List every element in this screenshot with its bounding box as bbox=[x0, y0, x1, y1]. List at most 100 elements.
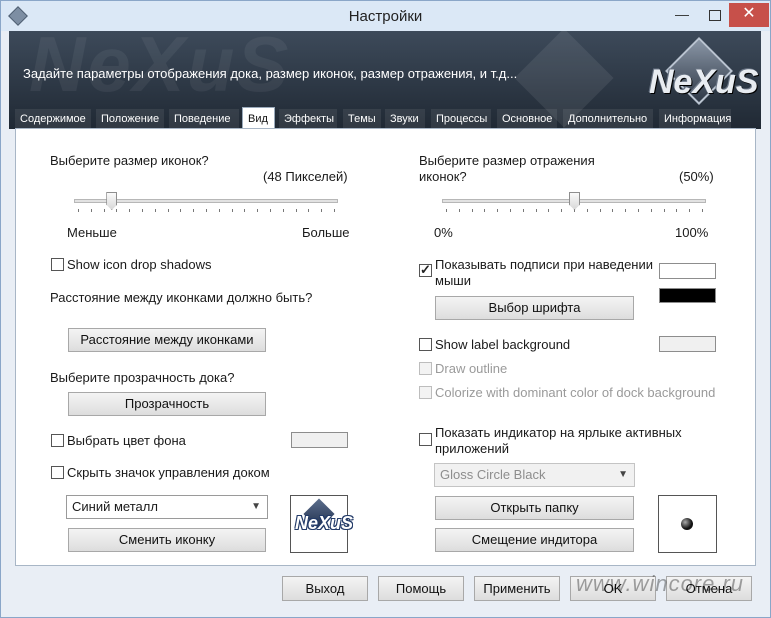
active-indicator-checkbox[interactable] bbox=[419, 433, 432, 446]
slider-tick bbox=[180, 209, 182, 212]
colorize-label: Colorize with dominant color of dock bac… bbox=[435, 385, 716, 400]
slider-tick bbox=[334, 209, 335, 212]
tab-effects[interactable]: Эффекты bbox=[279, 109, 337, 129]
slider-tick bbox=[167, 209, 169, 212]
dock-icon-preview: NeXuS bbox=[290, 495, 353, 553]
view-settings-panel: Выберите размер иконок? (48 Пикселей) Ме… bbox=[15, 128, 756, 566]
label-background-color-swatch[interactable] bbox=[659, 336, 716, 352]
open-folder-button[interactable]: Открыть папку bbox=[435, 496, 634, 520]
nexus-preview-icon: NeXuS bbox=[294, 498, 353, 547]
label-text-color-swatch[interactable] bbox=[659, 263, 716, 279]
reflection-min-label: 0% bbox=[434, 225, 453, 240]
watermark: www.wincore.ru bbox=[576, 571, 745, 596]
bg-color-label: Выбрать цвет фона bbox=[67, 433, 186, 448]
slider-tick bbox=[586, 209, 588, 212]
nexus-logo: NeXuS bbox=[645, 37, 759, 119]
tab-sounds[interactable]: Звуки bbox=[385, 109, 425, 129]
spacing-label: Расстояние между иконками должно быть? bbox=[50, 290, 313, 305]
tab-position[interactable]: Положение bbox=[96, 109, 164, 129]
bg-color-checkbox[interactable] bbox=[51, 434, 64, 447]
dock-icon-select-value: Синий металл bbox=[72, 499, 158, 514]
transparency-label: Выберите прозрачность дока? bbox=[50, 370, 235, 385]
slider-tick bbox=[78, 209, 79, 212]
slider-tick bbox=[142, 209, 143, 212]
slider-tick bbox=[599, 209, 601, 212]
slider-tick bbox=[650, 209, 652, 212]
minimize-button[interactable]: — bbox=[667, 3, 697, 27]
tab-general[interactable]: Основное bbox=[497, 109, 557, 129]
indicator-style-select[interactable]: Gloss Circle Black ▼ bbox=[434, 463, 635, 487]
slider-tick bbox=[612, 209, 614, 212]
slider-tick bbox=[270, 209, 271, 212]
slider-tick bbox=[154, 209, 156, 212]
indicator-offset-button[interactable]: Смещение индитора bbox=[435, 528, 634, 552]
slider-tick bbox=[676, 209, 678, 212]
hide-icon-checkbox[interactable] bbox=[51, 466, 64, 479]
tab-themes[interactable]: Темы bbox=[343, 109, 381, 129]
slider-tick bbox=[295, 209, 297, 212]
slider-tick bbox=[231, 209, 233, 212]
icon-size-label: Выберите размер иконок? bbox=[50, 153, 209, 168]
icon-size-slider-thumb[interactable] bbox=[106, 192, 118, 210]
font-select-button[interactable]: Выбор шрифта bbox=[435, 296, 634, 320]
dock-icon-select[interactable]: Синий металл ▼ bbox=[66, 495, 268, 519]
nexus-preview-text: NeXuS bbox=[295, 513, 354, 533]
slider-tick bbox=[689, 209, 691, 212]
draw-outline-label: Draw outline bbox=[435, 361, 508, 376]
maximize-button[interactable] bbox=[701, 3, 729, 27]
tab-view[interactable]: Вид bbox=[242, 107, 275, 129]
tab-content[interactable]: Содержимое bbox=[15, 109, 91, 129]
show-labels-hover-checkbox[interactable] bbox=[419, 262, 432, 278]
reflection-size-slider-thumb[interactable] bbox=[569, 192, 580, 210]
chevron-down-icon: ▼ bbox=[618, 469, 628, 480]
icon-size-max-label: Больше bbox=[302, 225, 350, 240]
slider-tick bbox=[244, 209, 246, 212]
transparency-button[interactable]: Прозрачность bbox=[68, 392, 266, 416]
font-color-swatch[interactable] bbox=[659, 288, 716, 303]
tab-behavior[interactable]: Поведение bbox=[169, 109, 239, 129]
drop-shadows-label: Show icon drop shadows bbox=[67, 257, 212, 272]
icon-size-min-label: Меньше bbox=[67, 225, 117, 240]
slider-tick bbox=[90, 209, 92, 212]
nexus-logo-text: NeXuS bbox=[649, 63, 759, 101]
slider-tick bbox=[548, 209, 550, 212]
slider-tick bbox=[458, 209, 460, 212]
change-icon-button[interactable]: Сменить иконку bbox=[68, 528, 266, 552]
help-button[interactable]: Помощь bbox=[378, 576, 464, 601]
drop-shadows-checkbox[interactable] bbox=[51, 258, 64, 271]
indicator-preview bbox=[658, 495, 717, 553]
reflection-size-label-line1: Выберите размер отражения bbox=[419, 153, 595, 168]
draw-outline-checkbox[interactable] bbox=[419, 362, 432, 375]
active-indicator-label-line2: приложений bbox=[435, 441, 509, 456]
slider-tick bbox=[625, 209, 627, 212]
reflection-size-slider-ticks bbox=[446, 209, 703, 213]
hide-icon-label: Скрыть значок управления доком bbox=[67, 465, 270, 480]
slider-tick bbox=[257, 209, 259, 212]
icon-size-slider-ticks bbox=[78, 209, 335, 213]
slider-tick bbox=[638, 209, 639, 212]
slider-tick bbox=[497, 209, 499, 212]
tab-advanced[interactable]: Дополнительно bbox=[563, 109, 653, 129]
bg-color-swatch[interactable] bbox=[291, 432, 348, 448]
label-background-checkbox[interactable] bbox=[419, 338, 432, 351]
spacing-button[interactable]: Расстояние между иконками bbox=[68, 328, 266, 352]
apply-button[interactable]: Применить bbox=[474, 576, 560, 601]
tab-processes[interactable]: Процессы bbox=[431, 109, 491, 129]
maximize-icon bbox=[709, 10, 721, 21]
exit-button[interactable]: Выход bbox=[282, 576, 368, 601]
title-bar: Настройки — ✕ bbox=[1, 1, 770, 31]
colorize-checkbox[interactable] bbox=[419, 386, 432, 399]
slider-tick bbox=[321, 209, 323, 212]
tab-info[interactable]: Информация bbox=[659, 109, 731, 129]
show-labels-hover-label-line2: мыши bbox=[435, 273, 471, 288]
close-button[interactable]: ✕ bbox=[729, 3, 769, 27]
slider-tick bbox=[702, 209, 703, 212]
slider-tick bbox=[193, 209, 195, 212]
window-title: Настройки bbox=[348, 8, 423, 25]
slider-tick bbox=[282, 209, 284, 212]
indicator-dot-icon bbox=[681, 518, 693, 530]
show-labels-hover-label-line1: Показывать подписи при наведении bbox=[435, 257, 653, 272]
label-background-label: Show label background bbox=[435, 337, 571, 352]
slider-tick bbox=[535, 209, 537, 212]
indicator-style-select-value: Gloss Circle Black bbox=[440, 467, 546, 482]
